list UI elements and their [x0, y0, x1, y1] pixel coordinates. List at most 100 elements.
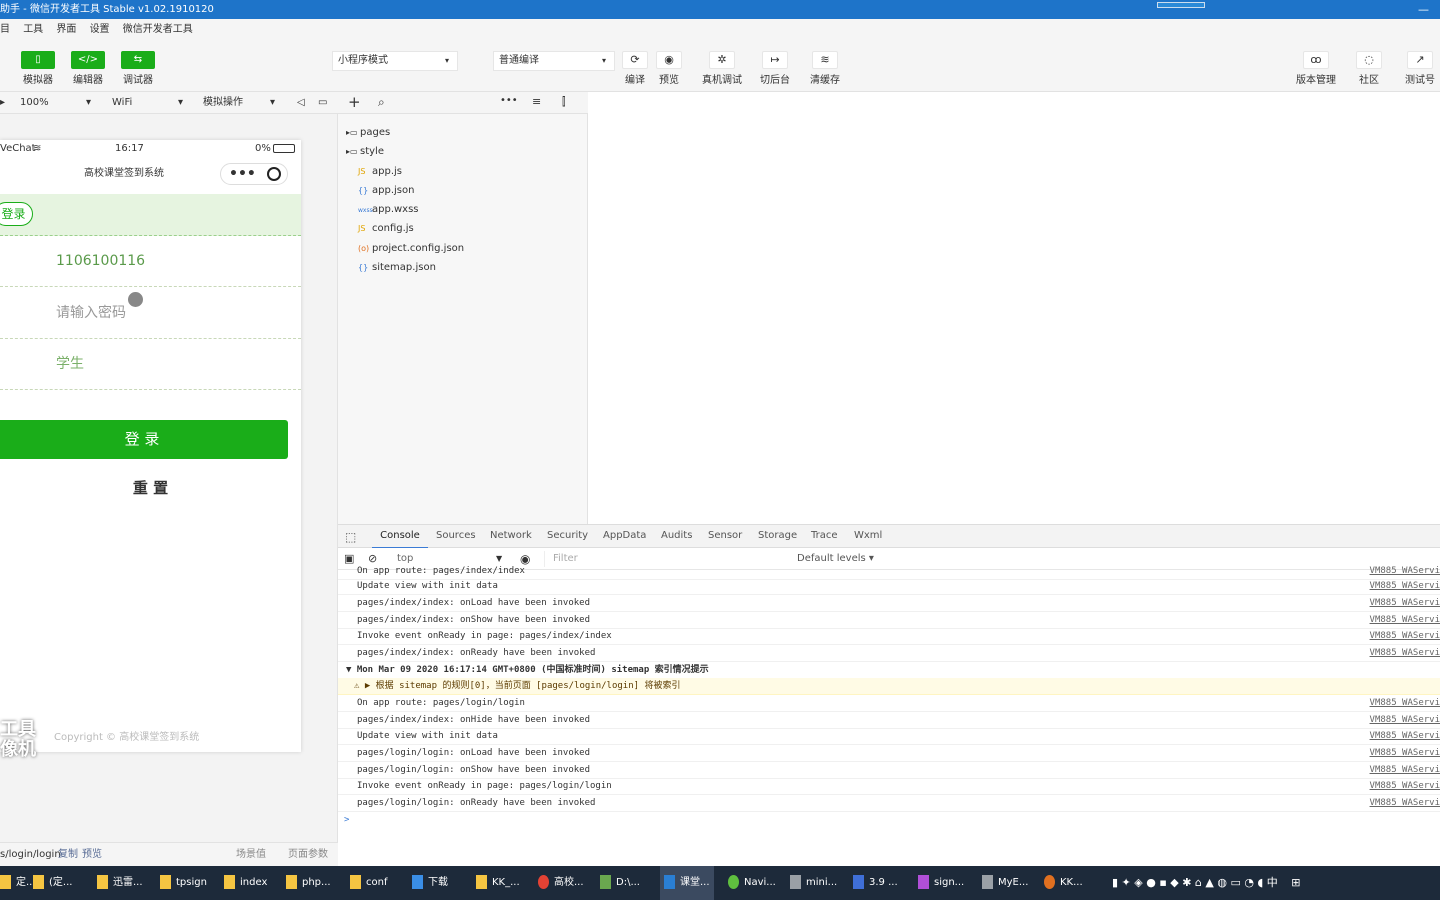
account-input[interactable]: 1106100116	[0, 236, 301, 287]
console-line: On app route: pages/login/login VM885 WAS…	[338, 695, 1440, 712]
preview-button[interactable]: ◉ 预览	[649, 51, 689, 86]
taskbar-item[interactable]: (定...	[33, 866, 72, 900]
taskbar-item[interactable]: php...	[286, 866, 331, 900]
tab-wxml[interactable]: Wxml	[854, 525, 882, 547]
taskbar-item[interactable]: mini...	[790, 866, 837, 900]
split-icon[interactable]: ⫿	[562, 95, 566, 109]
tree-file-app-wxss[interactable]: wxssapp.wxss	[358, 200, 419, 219]
ime-indicator[interactable]: 中	[1267, 876, 1278, 889]
capsule-menu[interactable]: •••	[220, 163, 288, 185]
taskbar-item[interactable]: 高校...	[538, 866, 584, 900]
taskbar-item[interactable]: sign...	[918, 866, 964, 900]
login-button[interactable]: 登 录	[0, 420, 288, 459]
copy-path-link[interactable]: 复制	[58, 843, 78, 867]
tab-audits[interactable]: Audits	[661, 525, 692, 547]
taskbar-item[interactable]: index	[224, 866, 267, 900]
tab-console[interactable]: Console	[372, 525, 428, 549]
community-button[interactable]: ◌ 社区	[1349, 51, 1389, 86]
console-source-link[interactable]: VM885 WAServi	[1370, 612, 1440, 629]
collapse-icon[interactable]: ≡	[532, 95, 541, 108]
taskbar-item[interactable]: KK_...	[476, 866, 520, 900]
tree-file-sitemap-json[interactable]: {} sitemap.json	[358, 258, 436, 277]
volume-icon[interactable]: ◁	[297, 92, 305, 114]
console-warning[interactable]: ⚠ ▶ 根据 sitemap 的规则[0]，当前页面 [pages/login/…	[338, 678, 1440, 695]
more-icon[interactable]: •••	[229, 158, 256, 190]
taskbar-item[interactable]: MyE...	[982, 866, 1028, 900]
clear-cache-button[interactable]: ≋ 清缓存	[805, 51, 845, 86]
reset-button[interactable]: 重 置	[0, 470, 301, 506]
preview-path-link[interactable]: 预览	[82, 843, 102, 867]
console-prompt[interactable]: >	[338, 812, 1440, 829]
taskbar-label: php...	[302, 877, 331, 888]
tab-security[interactable]: Security	[547, 525, 588, 547]
console-source-link[interactable]: VM885 WAServi	[1370, 712, 1440, 729]
taskbar-item[interactable]: 定...	[0, 866, 36, 900]
tree-file-app-js[interactable]: JS app.js	[358, 162, 402, 181]
search-icon[interactable]: ⌕	[378, 95, 385, 110]
console-source-link[interactable]: VM885 WAServi	[1370, 795, 1440, 812]
sim-ops-select[interactable]: 模拟操作	[203, 92, 243, 114]
inspect-icon[interactable]: ⬚	[345, 526, 356, 548]
console-source-link[interactable]: VM885 WAServi	[1370, 778, 1440, 795]
console-source-link[interactable]: VM885 WAServi	[1370, 595, 1440, 612]
tree-file-config-js[interactable]: JS config.js	[358, 219, 414, 238]
compile-mode-select[interactable]: 普通编译 ▾	[493, 51, 615, 71]
menu-item-project[interactable]: 目	[0, 19, 10, 41]
more-icon[interactable]: •••	[500, 95, 518, 106]
console-source-link[interactable]: VM885 WAServi	[1370, 695, 1440, 712]
editor-button[interactable]: </> 编辑器	[68, 51, 108, 86]
minimize-button[interactable]: —	[1418, 0, 1429, 19]
taskbar-item[interactable]: D:\...	[600, 866, 640, 900]
simulator-button[interactable]: ▯ 模拟器	[18, 51, 58, 86]
taskbar-item[interactable]: conf	[350, 866, 387, 900]
network-select[interactable]: WiFi	[112, 92, 132, 114]
debugger-button[interactable]: ⇆ 调试器	[118, 51, 158, 86]
version-button[interactable]: ꝏ 版本管理	[1296, 51, 1336, 86]
tab-trace[interactable]: Trace	[811, 525, 838, 547]
tab-storage[interactable]: Storage	[758, 525, 797, 547]
tree-folder-style[interactable]: ▸▭ style	[346, 142, 384, 161]
role-picker[interactable]: 学生	[0, 339, 301, 390]
taskbar-item[interactable]: 下载	[412, 866, 448, 900]
menu-item-devtools[interactable]: 微信开发者工具	[123, 19, 193, 41]
menu-item-view[interactable]: 界面	[56, 19, 76, 41]
folder-icon	[33, 875, 44, 889]
taskbar-item-active[interactable]: 课堂...	[660, 866, 714, 900]
mode-select[interactable]: 小程序模式 ▾	[332, 51, 458, 71]
editor-area[interactable]	[588, 92, 1440, 524]
console-source-link[interactable]: VM885 WAServi	[1370, 762, 1440, 779]
zoom-select[interactable]: 100%	[20, 92, 49, 114]
page-params-button[interactable]: 页面参数	[288, 843, 328, 867]
tab-sources[interactable]: Sources	[436, 525, 476, 547]
login-tab[interactable]: 登录	[0, 202, 33, 226]
device-debug-button[interactable]: ✲ 真机调试	[702, 51, 742, 86]
menu-item-tools[interactable]: 工具	[23, 19, 43, 41]
tree-file-app-json[interactable]: {} app.json	[358, 181, 414, 200]
tab-sensor[interactable]: Sensor	[708, 525, 742, 547]
taskbar-item[interactable]: 3.9 ...	[853, 866, 898, 900]
taskbar-item[interactable]: tpsign	[160, 866, 207, 900]
console-source-link[interactable]: VM885 WAServi	[1370, 578, 1440, 595]
password-input[interactable]: 请输入密码	[0, 288, 301, 339]
rotate-icon[interactable]: ▭	[318, 92, 327, 114]
grid-icon[interactable]: ⊞	[1291, 876, 1300, 889]
taskbar-item[interactable]: Navi...	[728, 866, 776, 900]
tree-folder-pages[interactable]: ▸▭ pages	[346, 123, 390, 142]
menu-item-settings[interactable]: 设置	[90, 19, 110, 41]
console-source-link[interactable]: VM885 WAServi	[1370, 628, 1440, 645]
tab-appdata[interactable]: AppData	[603, 525, 646, 547]
console-group-header[interactable]: ▼ Mon Mar 09 2020 16:17:14 GMT+0800 (中国标…	[338, 662, 1440, 679]
console-source-link[interactable]: VM885 WAServi	[1370, 745, 1440, 762]
tray-icons[interactable]: ▮ ✦ ◈ ● ▪ ◆ ✱ ⌂ ▲ ◍ ▭ ◔ ◖	[1112, 876, 1267, 889]
background-button[interactable]: ↦ 切后台	[755, 51, 795, 86]
tab-network[interactable]: Network	[490, 525, 532, 547]
console-source-link[interactable]: VM885 WAServi	[1370, 645, 1440, 662]
taskbar-item[interactable]: KK...	[1044, 866, 1083, 900]
tree-file-project-config[interactable]: (o) project.config.json	[358, 239, 464, 258]
scene-value-button[interactable]: 场景值	[236, 843, 266, 867]
close-target-icon[interactable]	[267, 167, 281, 181]
test-account-button[interactable]: ↗ 测试号	[1400, 51, 1440, 86]
console-source-link[interactable]: VM885 WAServi	[1370, 728, 1440, 745]
taskbar-item[interactable]: 迅雷...	[97, 866, 143, 900]
add-icon[interactable]: +	[348, 93, 361, 111]
